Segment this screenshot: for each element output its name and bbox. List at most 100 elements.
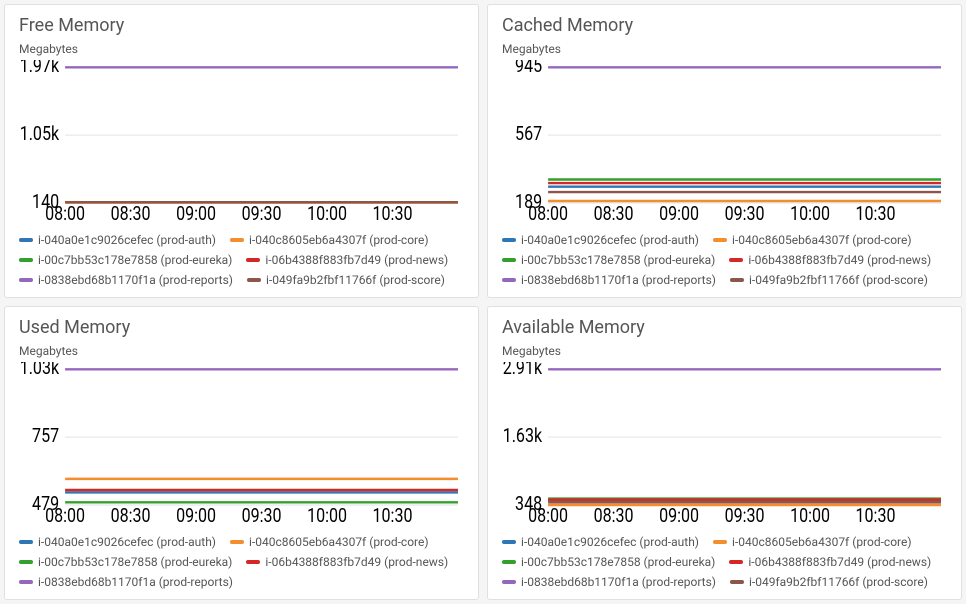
legend-label: i-040a0e1c9026cefec (prod-auth)	[38, 231, 216, 249]
x-tick-label: 09:00	[176, 203, 216, 225]
legend-swatch-icon	[502, 560, 516, 564]
chart-plot-area[interactable]: 94556718908:0008:3009:0009:3010:0010:30	[502, 60, 947, 225]
x-tick-label: 09:30	[242, 505, 282, 527]
dashboard-grid: Free MemoryMegabytes1.97k1.05k14008:0008…	[4, 4, 962, 600]
legend-label: i-0838ebd68b1170f1a (prod-reports)	[38, 271, 233, 289]
legend-item-core[interactable]: i-040c8605eb6a4307f (prod-core)	[230, 231, 429, 249]
chart-legend: i-040a0e1c9026cefec (prod-auth) i-040c860…	[502, 533, 947, 591]
chart-panel-used: Used MemoryMegabytes1.03k75747908:0008:3…	[4, 306, 479, 600]
legend-label: i-0838ebd68b1170f1a (prod-reports)	[38, 573, 233, 591]
legend-item-reports[interactable]: i-0838ebd68b1170f1a (prod-reports)	[19, 271, 233, 289]
legend-item-score[interactable]: i-049fa9b2fbf11766f (prod-score)	[730, 573, 928, 591]
x-tick-label: 09:30	[725, 505, 765, 527]
legend-swatch-icon	[19, 258, 33, 262]
legend-item-news[interactable]: i-06b4388f883fb7d49 (prod-news)	[246, 553, 448, 571]
x-tick-label: 10:00	[790, 505, 830, 527]
panel-title: Cached Memory	[502, 15, 947, 36]
panel-title: Used Memory	[19, 317, 464, 338]
legend-label: i-00c7bb53c178e7858 (prod-eureka)	[38, 251, 232, 269]
legend-label: i-0838ebd68b1170f1a (prod-reports)	[521, 271, 716, 289]
chart-plot-area[interactable]: 2.91k1.63k34808:0008:3009:0009:3010:0010…	[502, 362, 947, 527]
legend-item-core[interactable]: i-040c8605eb6a4307f (prod-core)	[713, 231, 912, 249]
legend-item-eureka[interactable]: i-00c7bb53c178e7858 (prod-eureka)	[19, 553, 232, 571]
x-tick-label: 09:30	[725, 203, 765, 225]
legend-swatch-icon	[729, 560, 743, 564]
y-tick-label: 757	[32, 425, 59, 448]
legend-swatch-icon	[730, 580, 744, 584]
x-tick-label: 08:00	[528, 203, 568, 225]
legend-swatch-icon	[19, 238, 33, 242]
legend-swatch-icon	[230, 238, 244, 242]
x-tick-label: 09:00	[659, 505, 699, 527]
legend-swatch-icon	[247, 278, 261, 282]
legend-swatch-icon	[246, 560, 260, 564]
panel-unit-label: Megabytes	[502, 344, 947, 358]
legend-label: i-040a0e1c9026cefec (prod-auth)	[521, 231, 699, 249]
legend-item-core[interactable]: i-040c8605eb6a4307f (prod-core)	[230, 533, 429, 551]
legend-label: i-040c8605eb6a4307f (prod-core)	[249, 533, 429, 551]
legend-item-eureka[interactable]: i-00c7bb53c178e7858 (prod-eureka)	[19, 251, 232, 269]
legend-swatch-icon	[502, 278, 516, 282]
legend-item-auth[interactable]: i-040a0e1c9026cefec (prod-auth)	[502, 231, 699, 249]
x-tick-label: 08:30	[594, 203, 634, 225]
chart-panel-cached: Cached MemoryMegabytes94556718908:0008:3…	[487, 4, 962, 298]
legend-label: i-06b4388f883fb7d49 (prod-news)	[748, 251, 931, 269]
legend-item-reports[interactable]: i-0838ebd68b1170f1a (prod-reports)	[19, 573, 233, 591]
legend-label: i-049fa9b2fbf11766f (prod-score)	[749, 271, 928, 289]
legend-swatch-icon	[713, 540, 727, 544]
legend-item-reports[interactable]: i-0838ebd68b1170f1a (prod-reports)	[502, 573, 716, 591]
chart-legend: i-040a0e1c9026cefec (prod-auth) i-040c860…	[19, 533, 464, 591]
legend-label: i-040a0e1c9026cefec (prod-auth)	[521, 533, 699, 551]
panel-title: Available Memory	[502, 317, 947, 338]
legend-swatch-icon	[19, 278, 33, 282]
x-tick-label: 08:30	[111, 505, 151, 527]
legend-swatch-icon	[502, 238, 516, 242]
legend-label: i-049fa9b2fbf11766f (prod-score)	[266, 271, 445, 289]
legend-label: i-00c7bb53c178e7858 (prod-eureka)	[521, 553, 715, 571]
legend-item-auth[interactable]: i-040a0e1c9026cefec (prod-auth)	[502, 533, 699, 551]
legend-swatch-icon	[19, 560, 33, 564]
legend-item-news[interactable]: i-06b4388f883fb7d49 (prod-news)	[729, 553, 931, 571]
legend-swatch-icon	[19, 580, 33, 584]
legend-swatch-icon	[713, 238, 727, 242]
legend-label: i-040c8605eb6a4307f (prod-core)	[732, 533, 912, 551]
legend-item-eureka[interactable]: i-00c7bb53c178e7858 (prod-eureka)	[502, 251, 715, 269]
legend-label: i-06b4388f883fb7d49 (prod-news)	[265, 553, 448, 571]
chart-plot-area[interactable]: 1.97k1.05k14008:0008:3009:0009:3010:0010…	[19, 60, 464, 225]
x-tick-label: 10:30	[373, 203, 413, 225]
legend-label: i-06b4388f883fb7d49 (prod-news)	[748, 553, 931, 571]
legend-swatch-icon	[230, 540, 244, 544]
chart-plot-area[interactable]: 1.03k75747908:0008:3009:0009:3010:0010:3…	[19, 362, 464, 527]
legend-item-eureka[interactable]: i-00c7bb53c178e7858 (prod-eureka)	[502, 553, 715, 571]
legend-label: i-040a0e1c9026cefec (prod-auth)	[38, 533, 216, 551]
legend-swatch-icon	[502, 540, 516, 544]
legend-label: i-0838ebd68b1170f1a (prod-reports)	[521, 573, 716, 591]
x-tick-label: 10:00	[307, 203, 347, 225]
x-tick-label: 10:00	[307, 505, 347, 527]
legend-swatch-icon	[19, 540, 33, 544]
legend-item-core[interactable]: i-040c8605eb6a4307f (prod-core)	[713, 533, 912, 551]
legend-item-reports[interactable]: i-0838ebd68b1170f1a (prod-reports)	[502, 271, 716, 289]
x-tick-label: 08:30	[594, 505, 634, 527]
legend-item-auth[interactable]: i-040a0e1c9026cefec (prod-auth)	[19, 231, 216, 249]
panel-unit-label: Megabytes	[19, 344, 464, 358]
legend-label: i-00c7bb53c178e7858 (prod-eureka)	[38, 553, 232, 571]
y-tick-label: 1.97k	[20, 60, 60, 78]
x-tick-label: 08:00	[45, 203, 85, 225]
y-tick-label: 1.03k	[20, 362, 60, 380]
legend-swatch-icon	[246, 258, 260, 262]
panel-unit-label: Megabytes	[502, 42, 947, 56]
x-tick-label: 10:30	[856, 203, 896, 225]
legend-item-score[interactable]: i-049fa9b2fbf11766f (prod-score)	[730, 271, 928, 289]
legend-item-score[interactable]: i-049fa9b2fbf11766f (prod-score)	[247, 271, 445, 289]
legend-item-news[interactable]: i-06b4388f883fb7d49 (prod-news)	[246, 251, 448, 269]
x-tick-label: 10:30	[373, 505, 413, 527]
legend-swatch-icon	[730, 278, 744, 282]
y-tick-label: 1.05k	[20, 123, 60, 146]
y-tick-label: 2.91k	[503, 362, 543, 380]
legend-item-auth[interactable]: i-040a0e1c9026cefec (prod-auth)	[19, 533, 216, 551]
legend-label: i-06b4388f883fb7d49 (prod-news)	[265, 251, 448, 269]
legend-item-news[interactable]: i-06b4388f883fb7d49 (prod-news)	[729, 251, 931, 269]
x-tick-label: 08:30	[111, 203, 151, 225]
legend-label: i-00c7bb53c178e7858 (prod-eureka)	[521, 251, 715, 269]
